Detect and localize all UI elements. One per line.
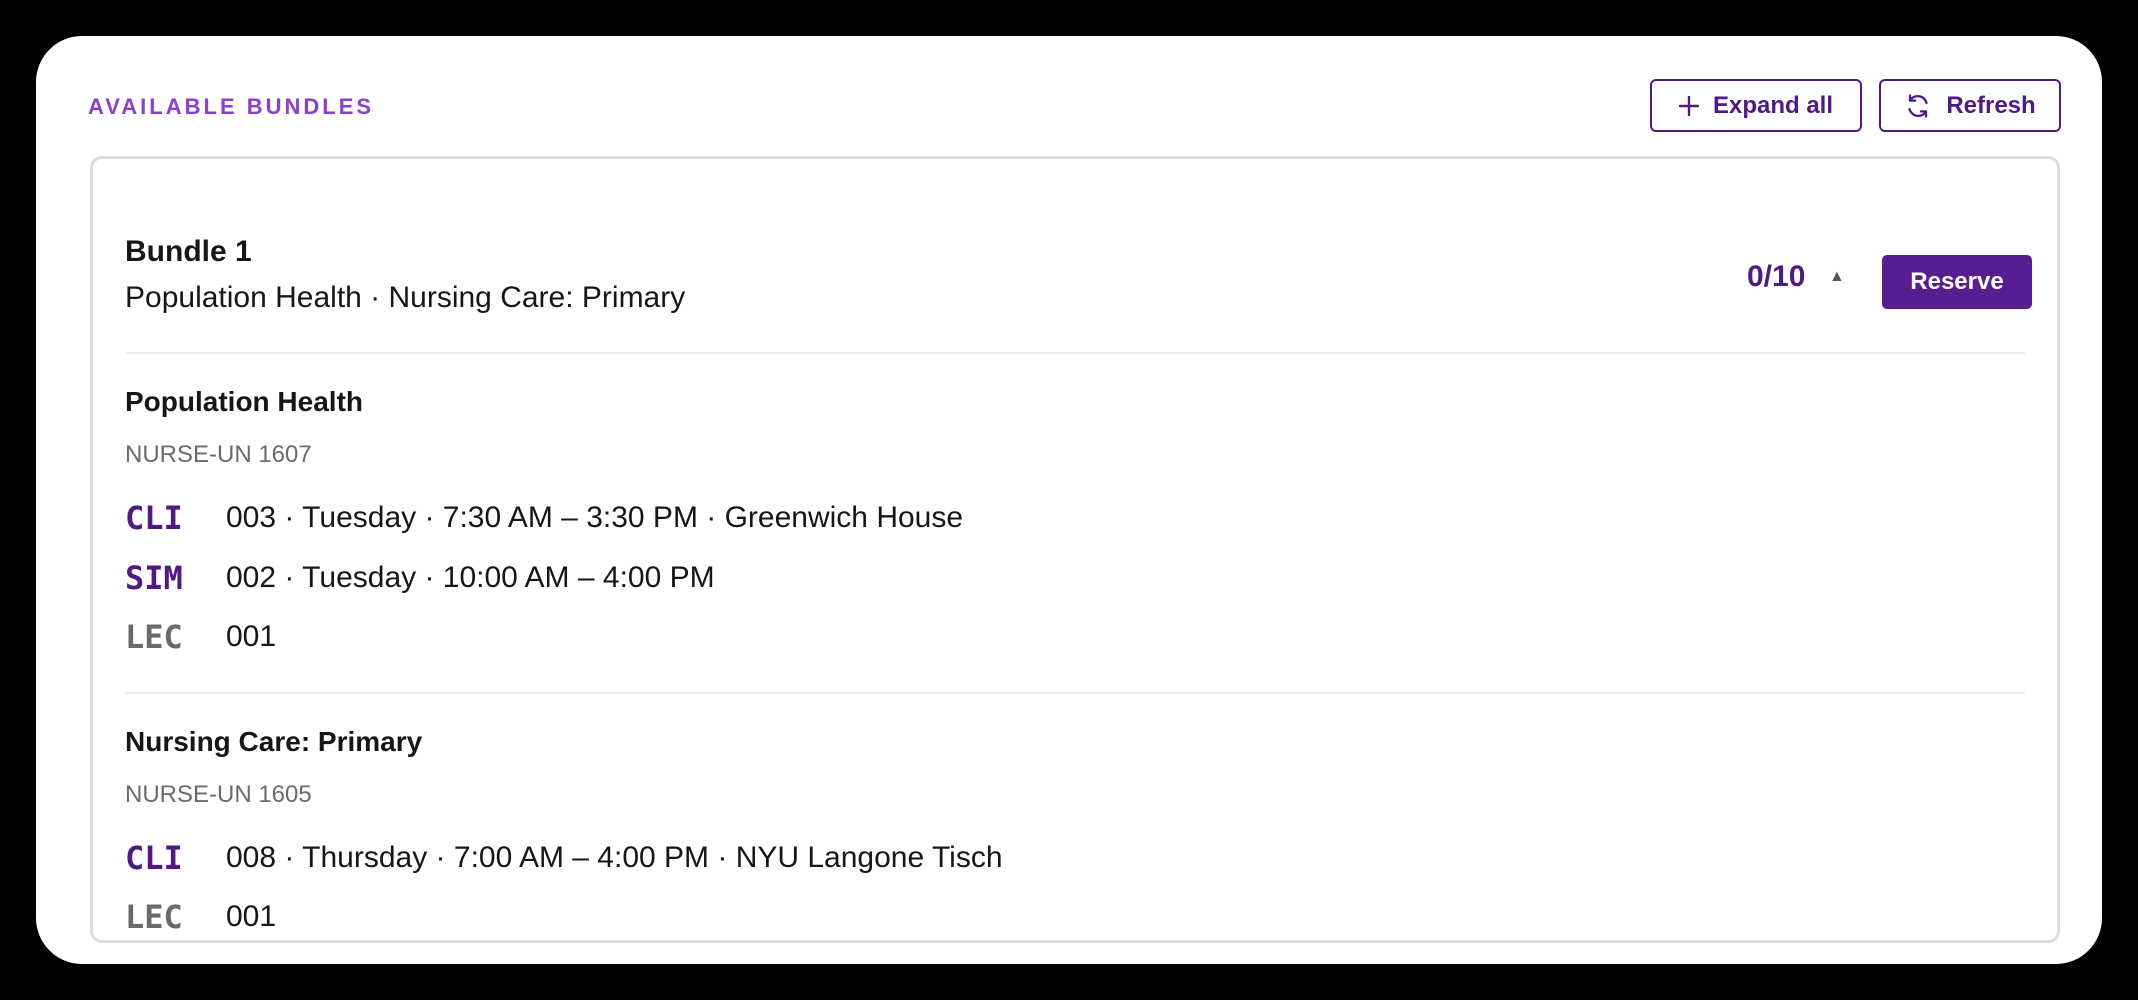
section-detail: 001 <box>226 900 277 933</box>
course-code: NURSE-UN 1607 <box>125 441 312 468</box>
expand-all-button[interactable]: Expand all <box>1650 79 1862 132</box>
capacity-count: 0/10 <box>1747 260 1806 293</box>
section-detail: 003 · Tuesday · 7:30 AM – 3:30 PM · Gree… <box>226 501 964 534</box>
course-code: NURSE-UN 1605 <box>125 781 312 808</box>
refresh-button[interactable]: Refresh <box>1879 79 2061 132</box>
divider <box>125 352 2025 354</box>
refresh-label: Refresh <box>1946 91 2036 119</box>
bundle-name: Bundle 1 <box>125 235 252 268</box>
section-type-lec: LEC <box>125 898 183 936</box>
section-type-cli: CLI <box>125 839 183 877</box>
collapse-caret-icon[interactable]: ▲ <box>1829 263 1845 291</box>
section-type-sim: SIM <box>125 559 183 597</box>
refresh-icon <box>1904 92 1932 120</box>
reserve-label: Reserve <box>1910 268 2004 295</box>
bundle-summary: Population Health · Nursing Care: Primar… <box>125 281 686 314</box>
course-title: Population Health <box>125 386 363 417</box>
section-title: AVAILABLE BUNDLES <box>88 94 375 119</box>
section-detail: 001 <box>226 620 277 653</box>
section-type-lec: LEC <box>125 618 183 656</box>
section-detail: 002 · Tuesday · 10:00 AM – 4:00 PM <box>226 561 715 594</box>
bundle-card: Bundle 1 Population Health · Nursing Car… <box>90 156 2060 943</box>
divider <box>125 692 2025 694</box>
bundles-panel: AVAILABLE BUNDLES Expand all Refresh Bun… <box>36 36 2102 964</box>
expand-all-label: Expand all <box>1712 91 1834 119</box>
plus-icon <box>1678 95 1699 116</box>
section-type-cli: CLI <box>125 499 183 537</box>
course-title: Nursing Care: Primary <box>125 726 423 757</box>
section-detail: 008 · Thursday · 7:00 AM – 4:00 PM · NYU… <box>226 841 1003 874</box>
reserve-button[interactable]: Reserve <box>1882 255 2032 309</box>
